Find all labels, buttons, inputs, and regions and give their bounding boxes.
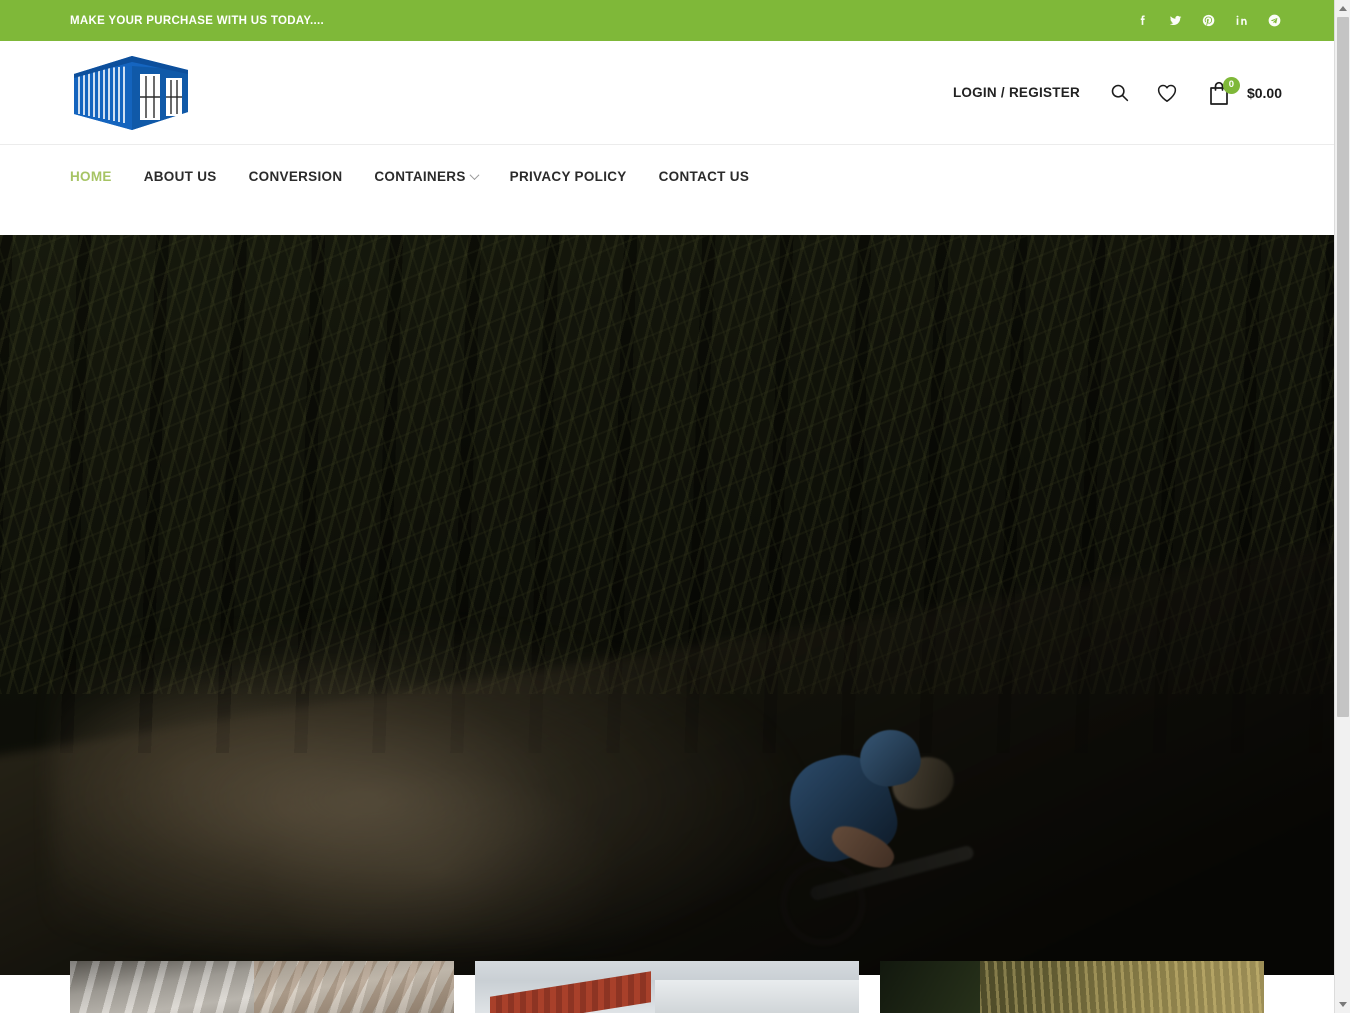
shopping-bag-icon: 0 <box>1207 79 1233 107</box>
nav-label: HOME <box>70 169 112 184</box>
cart-count-badge: 0 <box>1223 77 1240 94</box>
site-logo[interactable] <box>70 52 192 134</box>
site-header: LOGIN / REGISTER <box>0 41 1334 145</box>
feature-card-warehouse[interactable] <box>70 961 454 1013</box>
nav-item-privacy-policy[interactable]: PRIVACY POLICY <box>494 162 643 191</box>
facebook-icon[interactable] <box>1134 13 1150 29</box>
scrollbar-track[interactable] <box>1335 17 1350 996</box>
nav-item-conversion[interactable]: CONVERSION <box>233 162 359 191</box>
nav-label: CONVERSION <box>249 169 343 184</box>
hero-dark-overlay <box>0 235 1334 975</box>
top-announcement-bar: MAKE YOUR PURCHASE WITH US TODAY.... <box>0 0 1334 41</box>
nav-item-contact-us[interactable]: CONTACT US <box>643 162 766 191</box>
header-actions: LOGIN / REGISTER <box>953 79 1282 107</box>
cart-total-amount: $0.00 <box>1247 85 1282 101</box>
nav-label: CONTACT US <box>659 169 750 184</box>
wishlist-heart-icon[interactable] <box>1156 83 1178 103</box>
twitter-icon[interactable] <box>1167 13 1183 29</box>
main-nav: HOME ABOUT US CONVERSION CONTAINERS PRIV… <box>70 146 1264 191</box>
linkedin-icon[interactable] <box>1233 13 1249 29</box>
nav-label: CONTAINERS <box>374 169 465 184</box>
telegram-icon[interactable] <box>1266 13 1282 29</box>
announcement-text: MAKE YOUR PURCHASE WITH US TODAY.... <box>70 15 324 27</box>
cart-button[interactable]: 0 $0.00 <box>1207 79 1282 107</box>
container-logo-icon <box>70 52 192 134</box>
social-links <box>1134 13 1282 29</box>
search-icon[interactable] <box>1109 82 1130 103</box>
hero-banner[interactable] <box>0 235 1334 975</box>
scroll-down-arrow-icon[interactable] <box>1335 996 1350 1013</box>
pinterest-icon[interactable] <box>1200 13 1216 29</box>
browser-viewport: MAKE YOUR PURCHASE WITH US TODAY.... <box>0 0 1350 1013</box>
nav-item-home[interactable]: HOME <box>70 162 128 191</box>
chevron-down-icon <box>469 170 479 180</box>
main-navigation-bar: HOME ABOUT US CONVERSION CONTAINERS PRIV… <box>0 146 1334 235</box>
page-content: MAKE YOUR PURCHASE WITH US TODAY.... <box>0 0 1334 1013</box>
feature-card-field[interactable] <box>880 961 1264 1013</box>
scroll-up-arrow-icon[interactable] <box>1335 0 1350 17</box>
feature-cards-row <box>0 961 1334 1013</box>
scrollbar-thumb[interactable] <box>1337 17 1349 717</box>
nav-item-containers[interactable]: CONTAINERS <box>358 162 493 191</box>
nav-label: PRIVACY POLICY <box>510 169 627 184</box>
feature-card-container[interactable] <box>475 961 859 1013</box>
nav-label: ABOUT US <box>144 169 217 184</box>
page-scrollbar[interactable] <box>1334 0 1350 1013</box>
login-register-link[interactable]: LOGIN / REGISTER <box>953 85 1080 100</box>
nav-item-about-us[interactable]: ABOUT US <box>128 162 233 191</box>
